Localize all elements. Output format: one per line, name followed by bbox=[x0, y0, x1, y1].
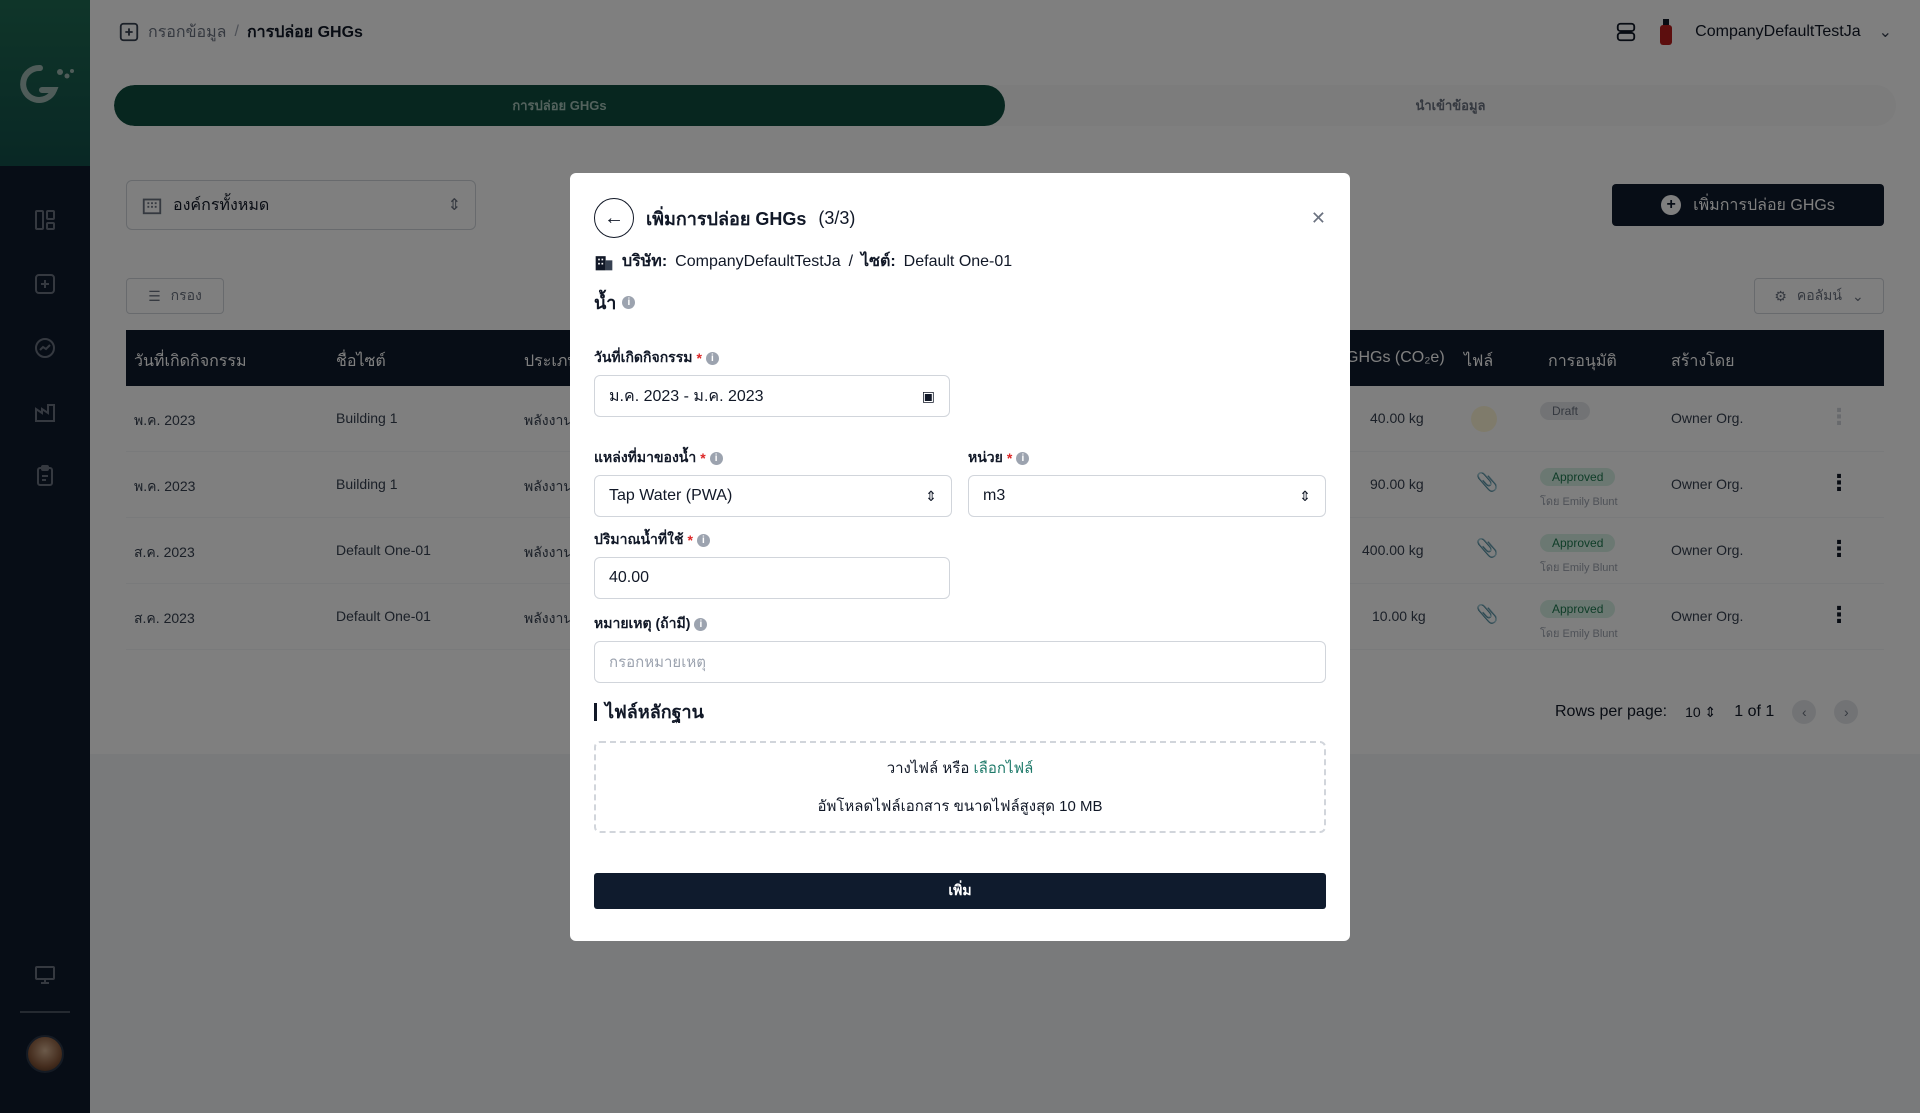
back-arrow-icon[interactable]: ← bbox=[594, 198, 634, 238]
date-label-text: วันที่เกิดกิจกรรม bbox=[594, 349, 693, 365]
drop-text: วางไฟล์ หรือ bbox=[886, 760, 970, 777]
unit-value: m3 bbox=[983, 487, 1006, 504]
add-emission-modal: ← เพิ่มการปล่อย GHGs (3/3) ✕ บริษัท: Com… bbox=[570, 173, 1350, 941]
unit-select[interactable]: m3 ⇕ bbox=[968, 475, 1326, 517]
info-icon[interactable]: i bbox=[1016, 451, 1030, 465]
close-icon[interactable]: ✕ bbox=[1311, 208, 1326, 229]
info-icon[interactable]: i bbox=[705, 351, 719, 365]
info-icon[interactable]: i bbox=[622, 296, 636, 309]
drop-hint: อัพโหลดไฟล์เอกสาร ขนาดไฟล์สูงสุด 10 MB bbox=[817, 798, 1103, 815]
submit-button[interactable]: เพิ่ม bbox=[594, 873, 1326, 909]
company-site-line: บริษัท: CompanyDefaultTestJa / ไซต์: Def… bbox=[594, 249, 1326, 274]
required-mark: * bbox=[696, 350, 702, 366]
date-label: วันที่เกิดกิจกรรม * i bbox=[594, 347, 1326, 369]
section-title-text: น้ำ bbox=[594, 293, 617, 313]
date-range-input[interactable]: ม.ค. 2023 - ม.ค. 2023 ▣ bbox=[594, 375, 950, 417]
water-amount-input[interactable]: 40.00 bbox=[594, 557, 950, 599]
site-value: Default One-01 bbox=[903, 252, 1013, 270]
company-label: บริษัท: bbox=[622, 253, 668, 270]
amount-label-text: ปริมาณน้ำที่ใช้ bbox=[594, 531, 684, 547]
water-source-value: Tap Water (PWA) bbox=[609, 487, 733, 504]
note-placeholder: กรอกหมายเหตุ bbox=[609, 654, 706, 671]
choose-file-link[interactable]: เลือกไฟล์ bbox=[974, 760, 1034, 777]
file-dropzone[interactable]: วางไฟล์ หรือ เลือกไฟล์ อัพโหลดไฟล์เอกสาร… bbox=[594, 741, 1326, 833]
info-icon[interactable]: i bbox=[696, 533, 710, 547]
note-input[interactable]: กรอกหมายเหตุ bbox=[594, 641, 1326, 683]
note-label-text: หมายเหตุ (ถ้ามี) bbox=[594, 615, 691, 631]
updown-icon: ⇕ bbox=[925, 487, 937, 504]
dropzone-line: วางไฟล์ หรือ เลือกไฟล์ bbox=[887, 756, 1034, 780]
updown-icon: ⇕ bbox=[1299, 487, 1311, 504]
modal-step: (3/3) bbox=[818, 207, 856, 228]
unit-label: หน่วย * i bbox=[968, 447, 1326, 469]
required-mark: * bbox=[700, 450, 706, 466]
company-site-separator: / bbox=[848, 252, 854, 270]
site-label: ไซต์: bbox=[861, 253, 896, 270]
calendar-icon[interactable]: ▣ bbox=[922, 388, 935, 405]
modal-title: เพิ่มการปล่อย GHGs bbox=[646, 208, 807, 229]
company-icon bbox=[595, 255, 613, 270]
source-label: แหล่งที่มาของน้ำ * i bbox=[594, 447, 952, 469]
required-mark: * bbox=[1006, 450, 1013, 466]
note-label: หมายเหตุ (ถ้ามี) i bbox=[594, 613, 1326, 635]
amount-label: ปริมาณน้ำที่ใช้ * i bbox=[594, 529, 1326, 551]
evidence-title: ไฟล์หลักฐาน bbox=[594, 703, 1326, 721]
required-mark: * bbox=[687, 532, 693, 548]
unit-label-text: หน่วย bbox=[968, 449, 1003, 465]
info-icon[interactable]: i bbox=[709, 451, 723, 465]
company-value: CompanyDefaultTestJa bbox=[675, 252, 841, 270]
info-icon[interactable]: i bbox=[694, 617, 708, 631]
section-title: น้ำ i bbox=[594, 288, 1326, 317]
water-source-select[interactable]: Tap Water (PWA) ⇕ bbox=[594, 475, 952, 517]
source-label-text: แหล่งที่มาของน้ำ bbox=[594, 449, 697, 465]
water-amount-value: 40.00 bbox=[609, 569, 650, 586]
date-range-value: ม.ค. 2023 - ม.ค. 2023 bbox=[609, 387, 764, 405]
